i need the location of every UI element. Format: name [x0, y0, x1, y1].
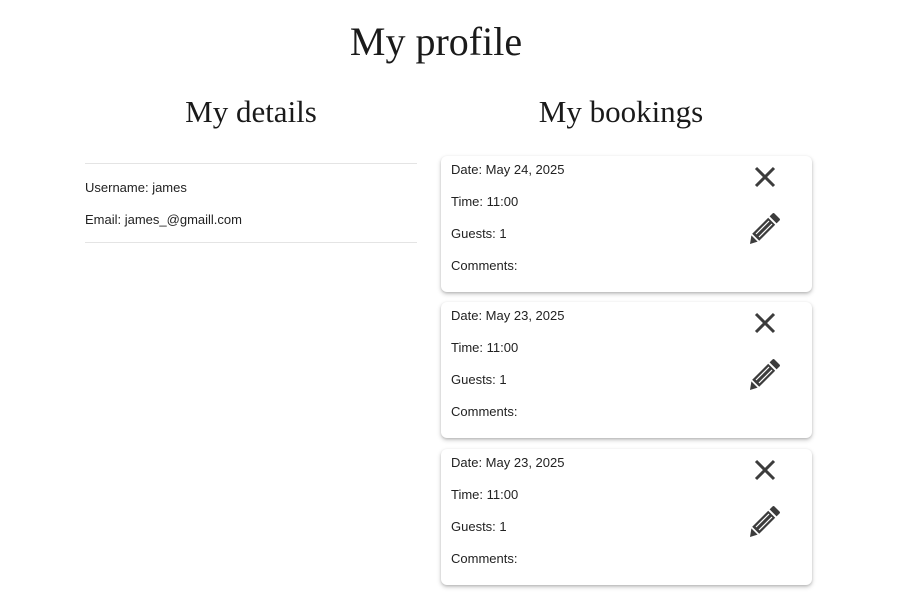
booking-date: Date: May 23, 2025: [451, 455, 565, 470]
pencil-icon: [750, 506, 780, 537]
pencil-icon: [750, 359, 780, 390]
email-text: Email: james_@gmaill.com: [85, 212, 242, 227]
edit-booking-button[interactable]: [748, 357, 782, 391]
edit-booking-button[interactable]: [748, 211, 782, 245]
booking-guests: Guests: 1: [451, 372, 507, 387]
username-text: Username: james: [85, 180, 187, 195]
booking-date: Date: May 24, 2025: [451, 162, 565, 177]
cancel-booking-button[interactable]: [753, 165, 777, 189]
booking-card: Date: May 24, 2025 Time: 11:00 Guests: 1…: [441, 156, 812, 292]
my-details-heading: My details: [185, 94, 317, 129]
booking-time: Time: 11:00: [451, 194, 519, 209]
booking-date: Date: May 23, 2025: [451, 308, 565, 323]
pencil-icon: [750, 213, 780, 244]
booking-time: Time: 11:00: [451, 487, 519, 502]
booking-time: Time: 11:00: [451, 340, 519, 355]
close-icon: [754, 459, 776, 481]
details-panel: Username: james Email: james_@gmaill.com: [85, 163, 417, 243]
booking-comments: Comments:: [451, 551, 518, 566]
page-title: My profile: [349, 19, 523, 64]
edit-booking-button[interactable]: [748, 504, 782, 538]
my-bookings-heading: My bookings: [538, 94, 704, 129]
booking-guests: Guests: 1: [451, 226, 507, 241]
cancel-booking-button[interactable]: [753, 458, 777, 482]
booking-guests: Guests: 1: [451, 519, 507, 534]
booking-comments: Comments:: [451, 404, 518, 419]
cancel-booking-button[interactable]: [753, 311, 777, 335]
booking-card: Date: May 23, 2025 Time: 11:00 Guests: 1…: [441, 302, 812, 438]
booking-card: Date: May 23, 2025 Time: 11:00 Guests: 1…: [441, 449, 812, 585]
booking-comments: Comments:: [451, 258, 518, 273]
close-icon: [754, 166, 776, 188]
close-icon: [754, 312, 776, 334]
